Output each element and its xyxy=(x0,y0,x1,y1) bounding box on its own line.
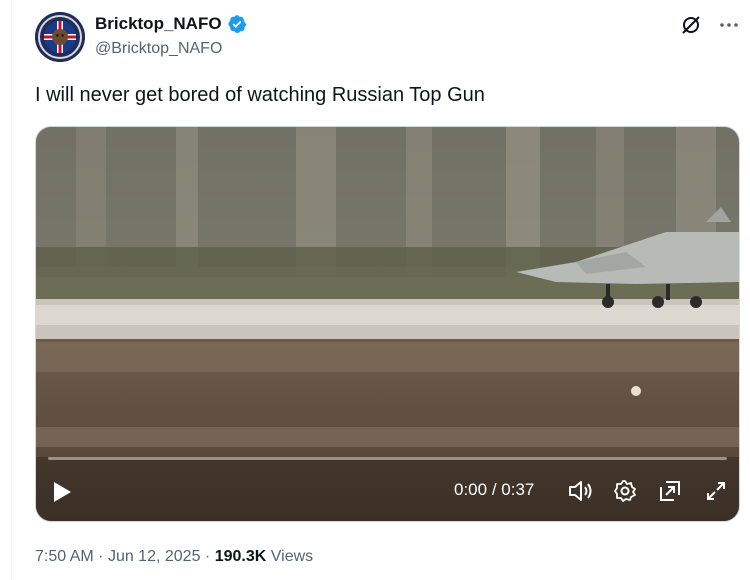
video-controls: 0:00 / 0:37 xyxy=(36,465,739,521)
display-name[interactable]: Bricktop_NAFO xyxy=(95,14,222,34)
video-time: 0:00 / 0:37 xyxy=(454,480,534,500)
current-time: 0:00 xyxy=(454,480,488,499)
duration: 0:37 xyxy=(501,480,535,499)
settings-gear-icon[interactable] xyxy=(613,479,637,503)
tweet-text: I will never get bored of watching Russi… xyxy=(35,84,485,106)
views-label: Views xyxy=(270,548,314,565)
author-name-row[interactable]: Bricktop_NAFO xyxy=(95,14,247,34)
volume-icon[interactable] xyxy=(567,479,593,503)
avatar[interactable] xyxy=(35,12,85,62)
author-handle[interactable]: @Bricktop_NAFO xyxy=(95,40,222,58)
tweet-meta: 7:50 AM · Jun 12, 2025 · 190.3K Views xyxy=(35,548,313,566)
meta-dot: · xyxy=(204,548,211,565)
verified-badge-icon xyxy=(228,15,246,33)
video-progress-bar[interactable] xyxy=(48,457,727,460)
video-frame xyxy=(36,127,739,521)
picture-in-picture-icon[interactable] xyxy=(658,479,682,503)
time-separator: / xyxy=(491,480,497,499)
grok-icon[interactable] xyxy=(680,14,702,36)
play-icon[interactable] xyxy=(50,479,74,505)
more-options-icon[interactable] xyxy=(718,14,740,36)
fullscreen-icon[interactable] xyxy=(704,479,728,503)
video-player[interactable]: 0:00 / 0:37 xyxy=(35,126,740,522)
tweet-header-actions xyxy=(680,14,740,36)
tweet-date[interactable]: Jun 12, 2025 xyxy=(108,548,201,565)
tweet-time[interactable]: 7:50 AM xyxy=(35,548,94,565)
views-count: 190.3K xyxy=(214,548,267,565)
nafo-badge-avatar-icon xyxy=(35,12,85,62)
timeline-divider xyxy=(11,0,12,580)
meta-dot: · xyxy=(98,548,104,565)
